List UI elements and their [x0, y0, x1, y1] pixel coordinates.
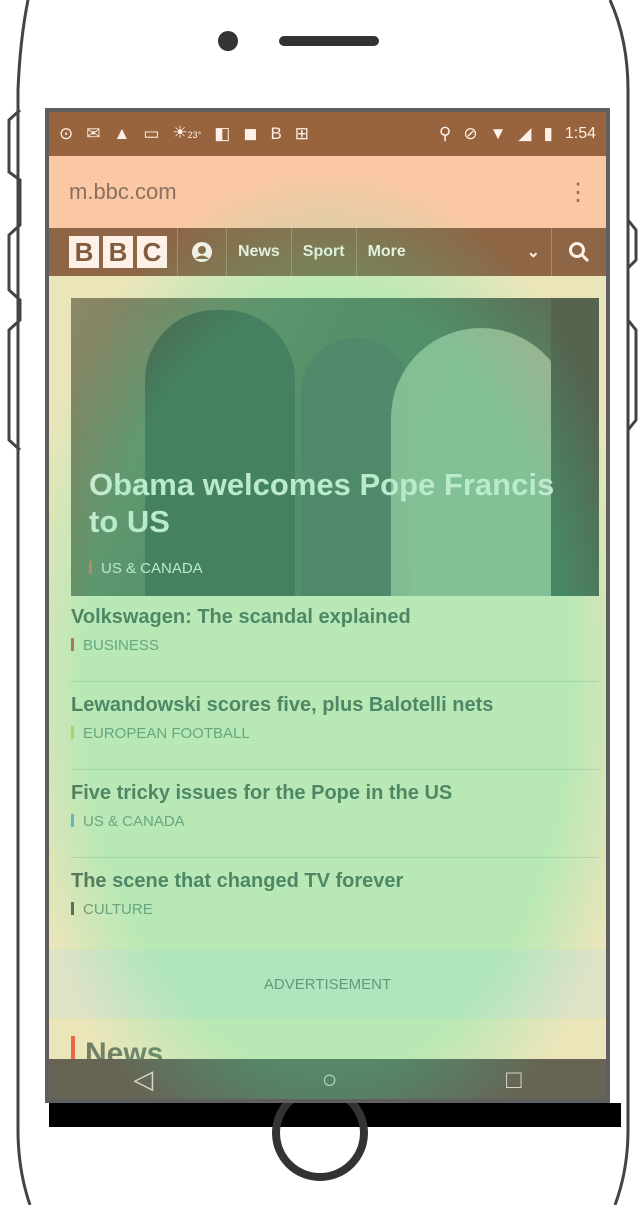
phone-screen: ⊙ ✉ ▲ ▭ ☀23° ◧ ◼ B ⊞ ⚲ ⊘ ▼ ◢ ▮ 1:54 m.bb…	[45, 108, 610, 1103]
notes-icon: ◼	[243, 124, 258, 143]
story-category-label: CULTURE	[83, 901, 153, 918]
list-item[interactable]: Lewandowski scores five, plus Balotelli …	[71, 682, 599, 770]
block-icon: ⊘	[463, 124, 478, 143]
hero-category-label: US & CANADA	[101, 560, 203, 577]
story-title[interactable]: Volkswagen: The scandal explained	[71, 604, 599, 630]
keep-icon: ◧	[214, 124, 231, 143]
warning-icon: ▲	[113, 124, 131, 143]
hero-story[interactable]: Obama welcomes Pope Francis to US US & C…	[71, 298, 599, 596]
story-list: Volkswagen: The scandal explained BUSINE…	[71, 594, 599, 946]
hero-title[interactable]: Obama welcomes Pope Francis to US	[89, 466, 589, 540]
category-bar	[71, 902, 74, 915]
story-title[interactable]: Lewandowski scores five, plus Balotelli …	[71, 692, 599, 718]
status-time: 1:54	[564, 125, 596, 142]
notification-icons: ⊙ ✉ ▲ ▭ ☀23° ◧ ◼ B ⊞	[59, 123, 439, 145]
logo-letter: B	[103, 236, 133, 268]
front-camera	[218, 31, 238, 51]
list-item[interactable]: Volkswagen: The scandal explained BUSINE…	[71, 594, 599, 682]
story-title[interactable]: The scene that changed TV forever	[71, 868, 599, 894]
status-bar: ⊙ ✉ ▲ ▭ ☀23° ◧ ◼ B ⊞ ⚲ ⊘ ▼ ◢ ▮ 1:54	[49, 112, 606, 156]
back-icon[interactable]: ◁	[133, 1064, 153, 1095]
chevron-down-icon: ⌄	[526, 244, 540, 261]
bbc-logo[interactable]: B B C	[69, 236, 167, 268]
gmail-icon: ✉	[86, 124, 101, 143]
story-category-label: EUROPEAN FOOTBALL	[83, 725, 250, 742]
logo-letter: B	[69, 236, 99, 268]
more-label: More	[367, 243, 406, 260]
location-icon: ⚲	[438, 124, 452, 143]
hero-category[interactable]: US & CANADA	[89, 560, 203, 577]
category-bar	[71, 814, 74, 827]
download-icon: ⊞	[294, 124, 310, 143]
system-icons: ⚲ ⊘ ▼ ◢ ▮ 1:54	[439, 124, 596, 144]
image-icon: ▭	[143, 124, 160, 143]
story-category[interactable]: EUROPEAN FOOTBALL	[71, 725, 599, 742]
story-category[interactable]: BUSINESS	[71, 637, 599, 654]
story-title[interactable]: Five tricky issues for the Pope in the U…	[71, 780, 599, 806]
nav-item-news[interactable]: News	[227, 228, 291, 276]
list-item[interactable]: The scene that changed TV forever CULTUR…	[71, 858, 599, 946]
list-item[interactable]: Five tricky issues for the Pope in the U…	[71, 770, 599, 858]
earpiece-speaker	[279, 36, 379, 46]
advertisement-label: ADVERTISEMENT	[263, 975, 392, 993]
category-bar	[71, 638, 74, 651]
story-category[interactable]: US & CANADA	[71, 813, 599, 830]
hero-image-part	[551, 298, 599, 596]
browser-url-bar[interactable]: m.bbc.com ⋮	[49, 156, 606, 228]
battery-icon: ▮	[543, 124, 553, 143]
home-icon[interactable]: ○	[322, 1064, 338, 1095]
account-icon[interactable]	[178, 228, 226, 276]
search-icon[interactable]	[552, 228, 606, 276]
story-category[interactable]: CULTURE	[71, 901, 599, 918]
url-text[interactable]: m.bbc.com	[69, 179, 566, 205]
signal-icon: ◢	[518, 124, 532, 143]
hero-image	[145, 310, 295, 596]
logo-letter: C	[137, 236, 167, 268]
story-category-label: BUSINESS	[83, 637, 159, 654]
category-bar	[89, 561, 92, 574]
nav-item-more[interactable]: More ⌄	[357, 228, 551, 276]
bbc-nav-bar: B B C News Sport More ⌄	[49, 228, 606, 276]
recents-icon[interactable]: □	[506, 1064, 522, 1095]
weather-icon: ☀23°	[172, 123, 202, 142]
voicemail-icon: ⊙	[59, 124, 74, 143]
wifi-icon: ▼	[489, 124, 507, 143]
hero-image-part	[391, 328, 571, 596]
b-icon: B	[270, 124, 282, 143]
advertisement-slot: ADVERTISEMENT	[49, 950, 606, 1018]
nav-item-sport[interactable]: Sport	[292, 228, 356, 276]
overflow-menu-icon[interactable]: ⋮	[566, 178, 590, 207]
story-category-label: US & CANADA	[83, 813, 185, 830]
android-nav-bar: ◁ ○ □	[49, 1059, 606, 1099]
page-content: Obama welcomes Pope Francis to US US & C…	[49, 276, 606, 1070]
category-bar	[71, 726, 74, 739]
